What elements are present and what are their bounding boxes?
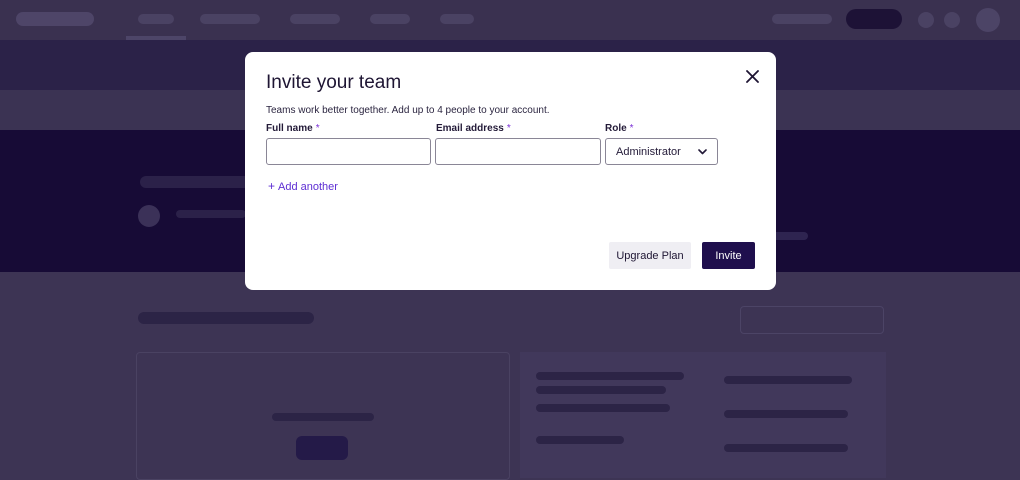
close-button[interactable]: [742, 66, 762, 86]
full-name-label-text: Full name: [266, 123, 313, 134]
full-name-input[interactable]: [266, 138, 431, 165]
upgrade-plan-button[interactable]: Upgrade Plan: [609, 242, 691, 269]
section-heading-placeholder: [138, 312, 314, 324]
nav-item-placeholder: [772, 14, 832, 24]
empty-state-text-placeholder: [272, 413, 374, 421]
dialog-description: Teams work better together. Add up to 4 …: [266, 105, 550, 116]
promo-text-placeholder: [724, 444, 848, 452]
promo-text-placeholder: [536, 436, 624, 444]
invite-button[interactable]: Invite: [702, 242, 755, 269]
header-icon: [918, 12, 934, 28]
role-label-text: Role: [605, 123, 627, 134]
required-marker: *: [315, 123, 320, 134]
email-label: Email address *: [436, 123, 511, 134]
email-input[interactable]: [435, 138, 601, 165]
avatar: [976, 8, 1000, 32]
nav-item-placeholder: [370, 14, 410, 24]
header-icon: [944, 12, 960, 28]
nav-item-placeholder: [440, 14, 474, 24]
filter-select-placeholder: [740, 306, 884, 334]
header-action-button: [846, 9, 902, 29]
required-marker: *: [506, 123, 511, 134]
promo-text-placeholder: [724, 410, 848, 418]
promo-text-placeholder: [536, 372, 684, 380]
nav-item-placeholder: [290, 14, 340, 24]
add-another-link[interactable]: + Add another: [268, 179, 338, 193]
empty-state-button: [296, 436, 348, 460]
add-another-label: Add another: [278, 181, 338, 193]
full-name-label: Full name *: [266, 123, 320, 134]
promo-text-placeholder: [724, 376, 852, 384]
invite-team-dialog: Invite your team Teams work better toget…: [245, 52, 776, 290]
chevron-down-icon: [698, 148, 707, 154]
promo-text-placeholder: [536, 386, 666, 394]
hero-link-placeholder: [772, 232, 808, 240]
role-select-value: Administrator: [616, 145, 681, 158]
nav-item-placeholder: [200, 14, 260, 24]
promo-text-placeholder: [536, 404, 670, 412]
email-label-text: Email address: [436, 123, 504, 134]
top-navigation-bar: [0, 0, 1020, 40]
dialog-title: Invite your team: [266, 72, 402, 93]
nav-item-placeholder: [138, 14, 174, 24]
app-logo: [16, 12, 94, 26]
role-label: Role *: [605, 123, 634, 134]
required-marker: *: [629, 123, 634, 134]
role-select[interactable]: Administrator: [605, 138, 718, 165]
hero-heading-placeholder: [140, 176, 250, 188]
hero-icon: [138, 205, 160, 227]
hero-text-placeholder: [176, 210, 246, 218]
close-icon: [745, 69, 759, 83]
plus-icon: +: [268, 179, 276, 193]
